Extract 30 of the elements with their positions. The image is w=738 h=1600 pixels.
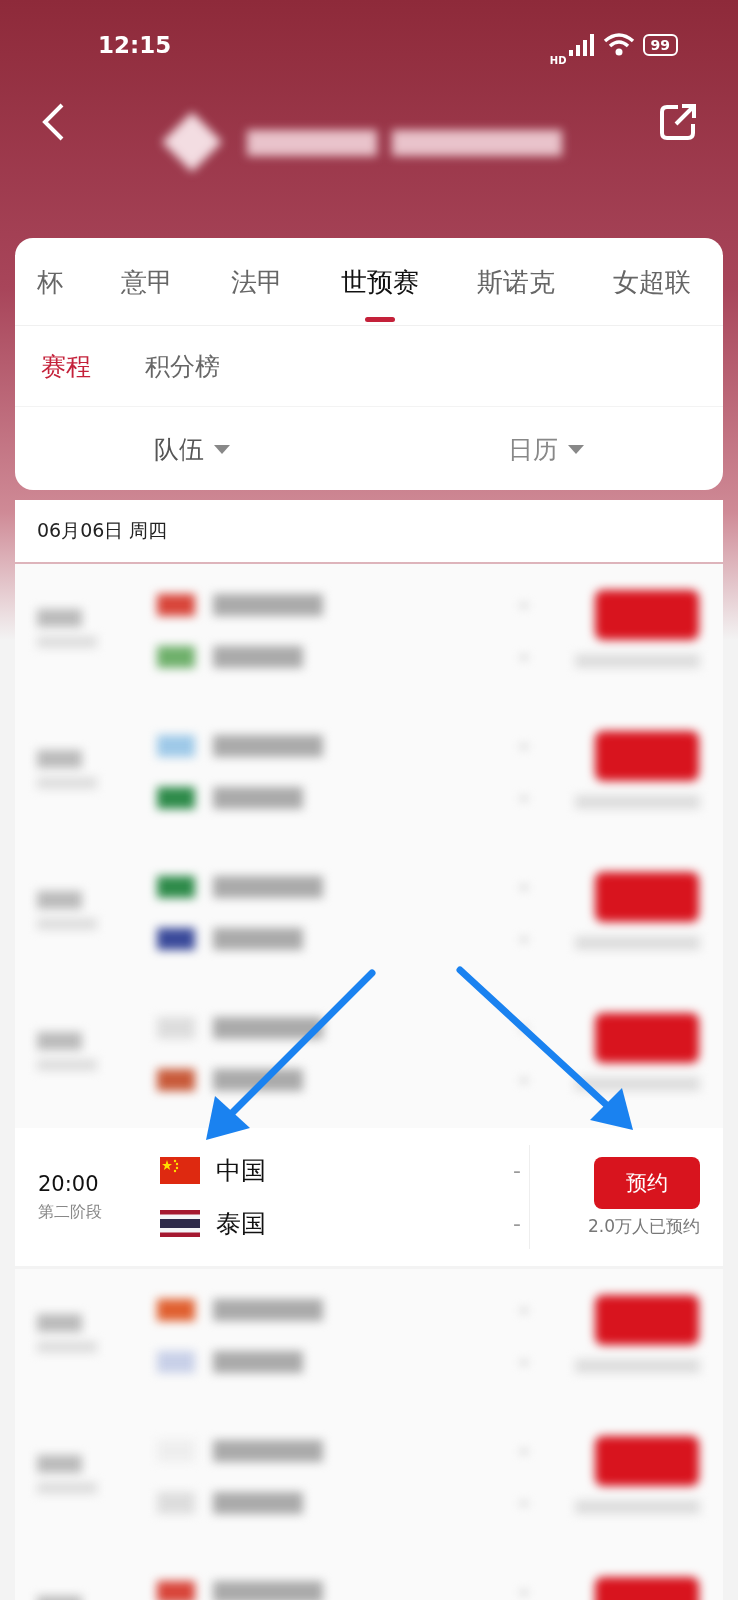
back-icon[interactable]: [40, 102, 66, 142]
caret-icon: [568, 444, 584, 454]
wifi-icon: [602, 33, 635, 57]
signal-icon: [568, 34, 595, 56]
league-tab[interactable]: 世预赛: [341, 238, 419, 326]
league-tab[interactable]: 女超联: [613, 238, 691, 326]
sub-tab[interactable]: 赛程: [41, 349, 91, 383]
match-stage: 第二阶段: [38, 1201, 103, 1223]
team-name: 中国: [216, 1155, 267, 1187]
share-icon[interactable]: [658, 102, 698, 142]
sub-tab[interactable]: 积分榜: [145, 349, 220, 383]
caret-icon: [214, 444, 230, 454]
league-tab[interactable]: 杯: [37, 238, 63, 326]
reserve-button[interactable]: 预约: [594, 1156, 700, 1209]
battery-level: 99: [642, 34, 678, 56]
date-header: 06月06日 周四: [15, 500, 723, 562]
league-tab[interactable]: 斯诺克: [477, 238, 555, 326]
league-tab[interactable]: 意甲: [121, 238, 173, 326]
flag-icon: [160, 1157, 200, 1184]
league-tab[interactable]: 法甲: [231, 238, 283, 326]
team-score: -: [513, 1211, 521, 1236]
reservation-count: 2.0万人已预约: [587, 1214, 700, 1238]
network-label: HD: [549, 54, 567, 66]
status-time: 12:15: [98, 32, 173, 58]
team-score: -: [513, 1158, 521, 1183]
filter-dropdown[interactable]: 日历: [502, 431, 590, 467]
filter-dropdown[interactable]: 队伍: [148, 431, 236, 467]
match-time: 20:00: [38, 1171, 100, 1196]
flag-icon: [160, 1210, 200, 1237]
team-name: 泰国: [216, 1208, 267, 1240]
